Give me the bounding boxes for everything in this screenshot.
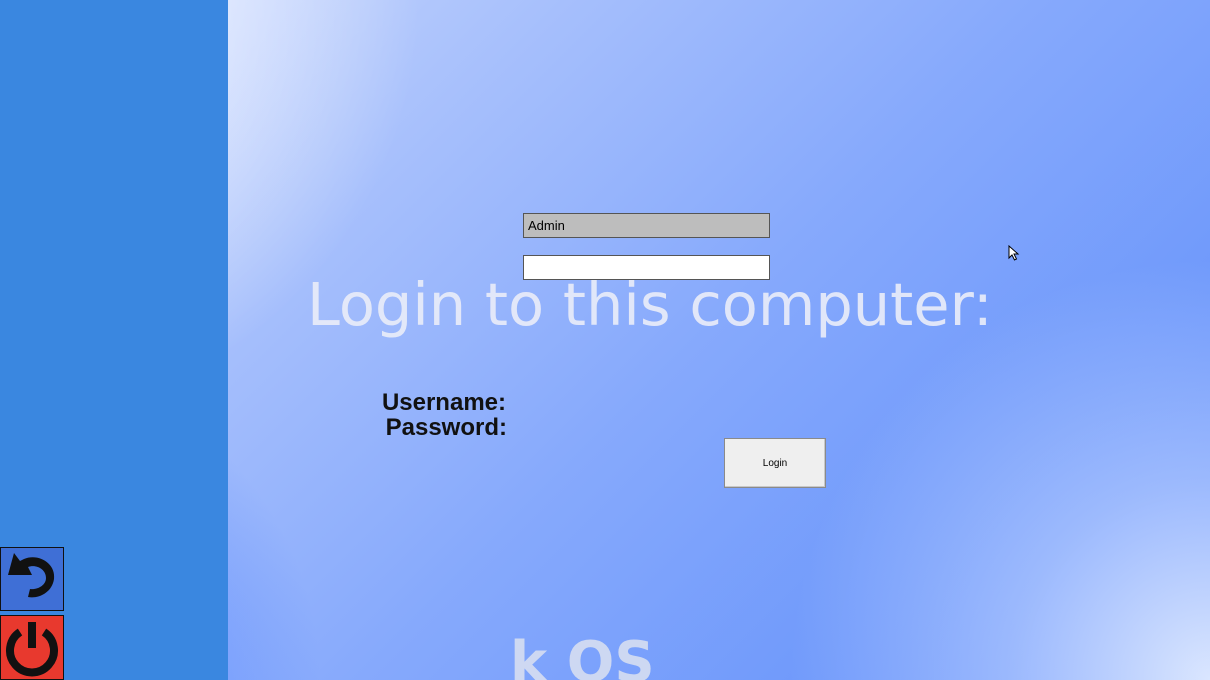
os-name: k OS <box>510 630 655 680</box>
mouse-pointer-icon <box>1008 245 1020 261</box>
restart-button[interactable] <box>0 547 64 611</box>
power-button[interactable] <box>0 615 64 680</box>
restart-icon <box>8 553 55 598</box>
power-icon <box>6 621 58 676</box>
page-title: Login to this computer: <box>307 270 993 339</box>
sidebar <box>0 0 228 680</box>
login-button[interactable]: Login <box>724 438 826 488</box>
username-label: Username: <box>381 389 506 416</box>
password-field[interactable] <box>523 255 770 280</box>
login-screen: Login to this computer: Username: Passwo… <box>0 0 1210 680</box>
password-label: Password: <box>385 414 507 441</box>
username-field[interactable] <box>523 213 770 238</box>
